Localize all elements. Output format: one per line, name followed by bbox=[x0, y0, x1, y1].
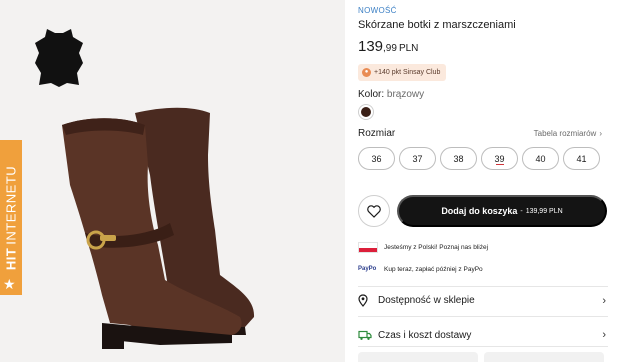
poland-flag-icon bbox=[358, 242, 378, 253]
paypo-logo-icon: PayPo bbox=[358, 266, 377, 272]
club-points-text: +140 pkt Sinsay Club bbox=[374, 69, 441, 76]
price-cents: ,99 bbox=[383, 43, 397, 54]
store-availability-link[interactable]: Dostępność w sklepie › bbox=[358, 294, 606, 307]
size-table-link[interactable]: Tabela rozmiarów › bbox=[534, 129, 602, 138]
low-stock-indicator bbox=[495, 164, 504, 165]
size-option-40[interactable]: 40 bbox=[522, 147, 559, 170]
store-availability-label: Dostępność w sklepie bbox=[378, 295, 475, 306]
add-to-cart-price: 139,99 PLN bbox=[525, 207, 563, 215]
star-icon: ★ bbox=[3, 276, 16, 292]
chevron-right-icon: › bbox=[602, 329, 606, 341]
size-option-37[interactable]: 37 bbox=[399, 147, 436, 170]
color-row: Kolor: brązowy bbox=[358, 89, 424, 100]
divider bbox=[358, 286, 608, 287]
delivery-info-link[interactable]: Czas i koszt dostawy › bbox=[358, 329, 606, 341]
partial-option[interactable] bbox=[484, 352, 604, 362]
size-label: Rozmiar bbox=[358, 128, 396, 139]
divider bbox=[358, 316, 608, 317]
boots-photo bbox=[62, 107, 255, 349]
size-option-36[interactable]: 36 bbox=[358, 147, 395, 170]
color-label: Kolor: bbox=[358, 89, 385, 100]
club-coin-icon: ● bbox=[362, 68, 371, 77]
size-table-link-label: Tabela rozmiarów bbox=[533, 129, 597, 138]
chevron-right-icon: › bbox=[599, 129, 602, 138]
paypo-info[interactable]: PayPo Kup teraz, zapłać później z PayPo bbox=[358, 264, 483, 275]
size-options: 36 37 38 39 40 41 bbox=[358, 147, 600, 170]
paypo-text: Kup teraz, zapłać później z PayPo bbox=[384, 266, 483, 273]
partially-visible-options bbox=[358, 352, 604, 362]
club-points-badge: ● +140 pkt Sinsay Club bbox=[358, 64, 447, 81]
delivery-truck-icon bbox=[358, 330, 372, 341]
color-swatch-brown bbox=[361, 107, 371, 117]
polish-brand-text: Jesteśmy z Polski! Poznaj nas bliżej bbox=[384, 244, 489, 251]
chevron-right-icon: › bbox=[602, 294, 606, 307]
product-image-panel[interactable]: HITINTERNETU ★ bbox=[0, 0, 345, 362]
new-badge: NOWOŚĆ bbox=[358, 6, 397, 15]
product-price: 139,99 PLN bbox=[358, 38, 418, 55]
size-option-41[interactable]: 41 bbox=[563, 147, 600, 170]
add-to-cart-label: Dodaj do koszyka bbox=[441, 206, 518, 216]
polish-brand-info[interactable]: Jesteśmy z Polski! Poznaj nas bliżej bbox=[358, 242, 488, 253]
heart-icon bbox=[367, 204, 381, 218]
size-option-39[interactable]: 39 bbox=[481, 147, 518, 170]
location-pin-icon bbox=[358, 294, 372, 307]
partial-option[interactable] bbox=[358, 352, 478, 362]
price-currency: PLN bbox=[398, 43, 419, 54]
add-to-cart-button[interactable]: Dodaj do koszyka - 139,99 PLN bbox=[397, 195, 607, 227]
hit-internetu-badge: HITINTERNETU ★ bbox=[0, 140, 22, 295]
hit-badge-text: HITINTERNETU bbox=[3, 165, 19, 270]
color-swatch-selected[interactable] bbox=[358, 104, 374, 120]
wishlist-button[interactable] bbox=[358, 195, 390, 227]
delivery-info-label: Czas i koszt dostawy bbox=[378, 329, 472, 341]
leather-hide-icon bbox=[35, 29, 83, 87]
product-title: Skórzane botki z marszczeniami bbox=[358, 19, 516, 31]
size-option-38[interactable]: 38 bbox=[440, 147, 477, 170]
divider bbox=[358, 346, 608, 347]
color-value: brązowy bbox=[386, 89, 425, 100]
price-main: 139 bbox=[358, 38, 384, 55]
